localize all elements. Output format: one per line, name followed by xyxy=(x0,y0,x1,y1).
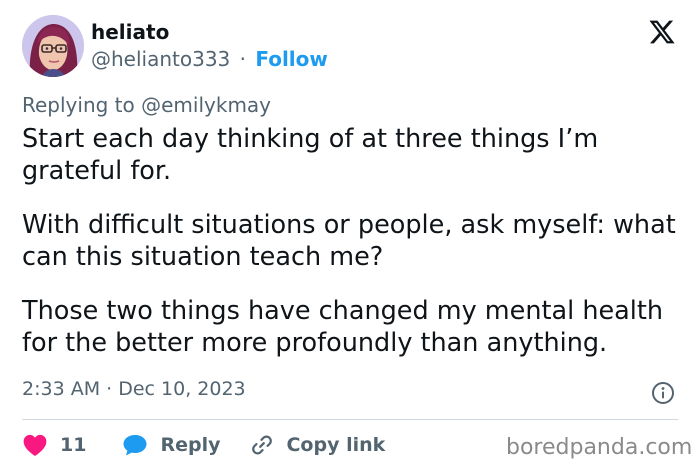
follow-button[interactable]: Follow xyxy=(255,47,328,71)
action-bar: 11 Reply Copy link xyxy=(22,430,385,460)
tweet-paragraph: With difficult situations or people, ask… xyxy=(22,210,676,272)
heart-icon xyxy=(23,434,47,457)
avatar-image xyxy=(22,15,84,77)
speech-bubble-icon xyxy=(123,435,147,456)
tweet-body: Start each day thinking of at three thin… xyxy=(22,123,682,381)
separator-dot: · xyxy=(239,47,246,71)
avatar[interactable] xyxy=(22,15,84,77)
watermark: boredpanda.com xyxy=(506,435,693,460)
x-logo-icon[interactable] xyxy=(648,18,676,46)
tweet-timestamp[interactable]: 2:33 AM · Dec 10, 2023 xyxy=(22,378,246,400)
tweet-paragraph: Those two things have changed my mental … xyxy=(22,296,664,358)
replying-to: Replying to @emilykmay xyxy=(22,93,271,117)
replying-prefix: Replying to xyxy=(22,93,142,117)
divider xyxy=(22,419,678,420)
author-handle[interactable]: @helianto333 xyxy=(91,47,230,71)
replying-mention[interactable]: @emilykmay xyxy=(141,93,271,117)
link-icon xyxy=(252,435,273,455)
tweet-card: heliato @helianto333 · Follow Replying t… xyxy=(0,0,700,471)
like-count: 11 xyxy=(60,434,87,456)
info-icon[interactable] xyxy=(651,381,675,405)
author-handle-row: @helianto333 · Follow xyxy=(91,47,328,71)
copy-link-label: Copy link xyxy=(286,434,386,456)
tweet-paragraph: Start each day thinking of at three thin… xyxy=(22,124,599,186)
like-button[interactable]: 11 xyxy=(22,433,86,457)
copy-link-button[interactable]: Copy link xyxy=(250,433,385,457)
author-name[interactable]: heliato xyxy=(91,20,169,44)
reply-button[interactable]: Reply xyxy=(122,433,220,457)
reply-label: Reply xyxy=(160,434,221,456)
